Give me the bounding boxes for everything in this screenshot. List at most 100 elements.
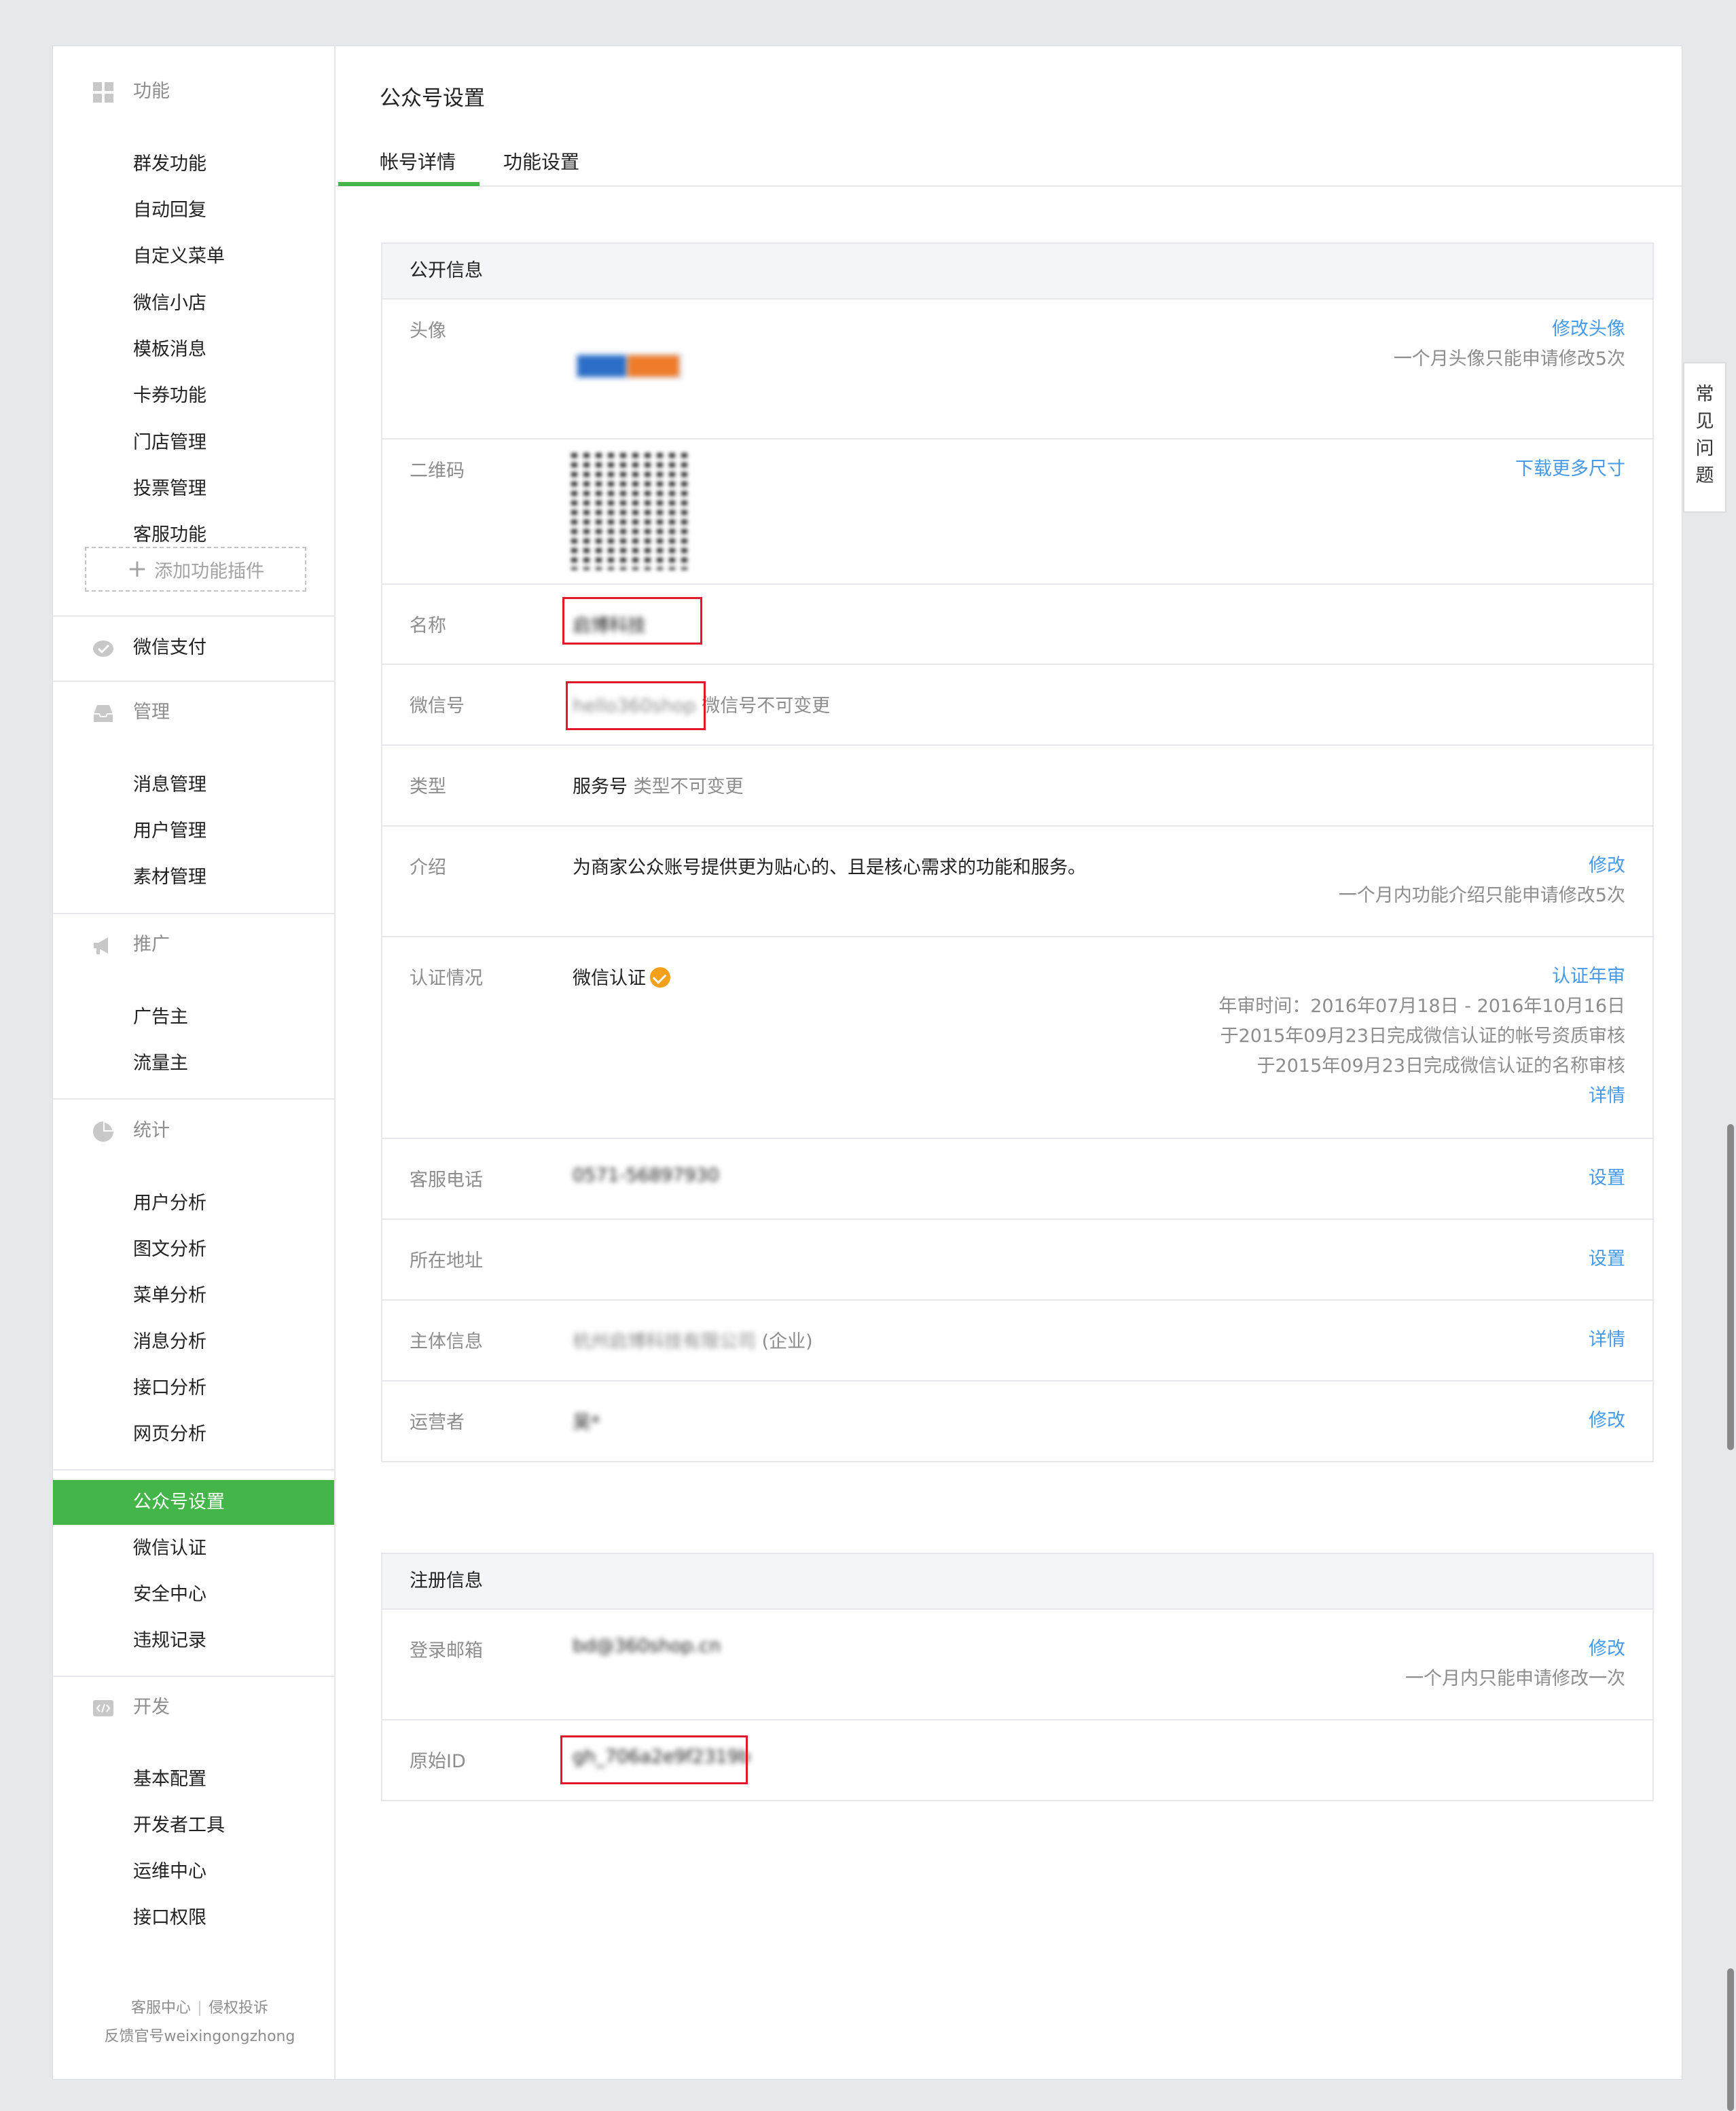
- entity-name: 杭州启博科技有限公司: [573, 1331, 756, 1352]
- sidebar-item-web-analysis[interactable]: 网页分析: [53, 1412, 334, 1457]
- group-label: 管理: [133, 702, 170, 723]
- sidebar-item-message-analysis[interactable]: 消息分析: [53, 1320, 334, 1365]
- row-qrcode: 二维码 下载更多尺寸: [382, 439, 1652, 585]
- row-phone: 客服电话 0571-56897930 设置: [382, 1139, 1652, 1220]
- sidebar-item-materials[interactable]: 素材管理: [53, 855, 334, 900]
- wechat-id-hint: 微信号不可变更: [702, 696, 831, 717]
- edit-operator-link[interactable]: 修改: [1589, 1406, 1625, 1436]
- register-info-card: 注册信息 登录邮箱 bd@360shop.cn 修改 一个月内只能申请修改一次 …: [381, 1553, 1654, 1801]
- field-label: 所在地址: [410, 1250, 483, 1271]
- group-label: 统计: [133, 1120, 170, 1141]
- intro-note: 一个月内功能介绍只能申请修改5次: [1338, 885, 1625, 906]
- sidebar-item-ops-center[interactable]: 运维中心: [53, 1850, 334, 1894]
- complaint-link[interactable]: 侵权投诉: [209, 2000, 268, 2017]
- scrollbar-thumb-lower[interactable]: [1727, 1968, 1734, 2111]
- sidebar-item-advertiser[interactable]: 广告主: [53, 995, 334, 1040]
- sidebar-item-coupons[interactable]: 卡券功能: [53, 374, 334, 418]
- group-label: 推广: [133, 934, 170, 955]
- divider: [53, 1098, 334, 1100]
- email-ops: 修改 一个月内只能申请修改一次: [1405, 1634, 1625, 1694]
- highlight-box: [566, 681, 706, 730]
- code-icon: [93, 1700, 113, 1716]
- divider: [53, 913, 334, 914]
- annual-review-link[interactable]: 认证年审: [1218, 962, 1625, 992]
- sidebar-item-auto-reply[interactable]: 自动回复: [53, 188, 334, 233]
- field-label: 原始ID: [410, 1751, 466, 1772]
- feedback-account: 反馈官号weixingongzhong: [104, 2028, 295, 2045]
- sidebar-item-api-permissions[interactable]: 接口权限: [53, 1896, 334, 1941]
- row-intro: 介绍 为商家公众账号提供更为贴心的、且是核心需求的功能和服务。 修改 一个月内功…: [382, 827, 1652, 937]
- field-label: 名称: [410, 615, 446, 636]
- verification-details-link[interactable]: 详情: [1218, 1081, 1625, 1111]
- address-ops: 设置: [1589, 1244, 1625, 1274]
- qrcode-ops: 下载更多尺寸: [1515, 454, 1625, 484]
- set-phone-link[interactable]: 设置: [1589, 1163, 1625, 1193]
- edit-email-link[interactable]: 修改: [1405, 1634, 1625, 1664]
- sidebar-item-users[interactable]: 用户管理: [53, 809, 334, 854]
- row-address: 所在地址 设置: [382, 1220, 1652, 1301]
- public-info-card: 公开信息 头像 修改头像 一个月头像只能申请修改5次 二维码 下载更多尺寸 名称…: [381, 242, 1654, 1462]
- sidebar: 功能 群发功能 自动回复 自定义菜单 微信小店 模板消息 卡券功能 门店管理 投…: [53, 46, 336, 2079]
- group-dev: 开发: [53, 1687, 334, 1728]
- change-avatar-link[interactable]: 修改头像: [1394, 314, 1625, 344]
- type-value: 服务号 类型不可变更: [573, 772, 744, 798]
- sidebar-item-mass-send[interactable]: 群发功能: [53, 142, 334, 187]
- add-plugin-button[interactable]: + 添加功能插件: [85, 547, 306, 592]
- entity-details-link[interactable]: 详情: [1589, 1325, 1625, 1355]
- entity-ops: 详情: [1589, 1325, 1625, 1355]
- sidebar-item-dev-tools[interactable]: 开发者工具: [53, 1803, 334, 1848]
- group-gongneng: 功能: [53, 71, 334, 112]
- sidebar-item-api-analysis[interactable]: 接口分析: [53, 1366, 334, 1411]
- service-center-link[interactable]: 客服中心: [131, 2000, 191, 2017]
- phone-ops: 设置: [1589, 1163, 1625, 1193]
- faq-tab[interactable]: 常见问题: [1683, 362, 1726, 513]
- sidebar-item-votes[interactable]: 投票管理: [53, 467, 334, 511]
- set-address-link[interactable]: 设置: [1589, 1244, 1625, 1274]
- group-label: 开发: [133, 1697, 170, 1718]
- sidebar-item-template-msg[interactable]: 模板消息: [53, 327, 334, 372]
- edit-intro-link[interactable]: 修改: [1339, 851, 1625, 881]
- sidebar-item-basic-config[interactable]: 基本配置: [53, 1757, 334, 1802]
- operator-name: 吴*: [573, 1412, 600, 1433]
- field-label: 头像: [410, 321, 446, 342]
- sidebar-item-menu-analysis[interactable]: 菜单分析: [53, 1274, 334, 1318]
- sidebar-footer-links: 客服中心 侵权投诉: [77, 1996, 322, 2017]
- sidebar-item-shops[interactable]: 门店管理: [53, 420, 334, 465]
- page-title: 公众号设置: [380, 86, 485, 111]
- group-manage: 管理: [53, 692, 334, 733]
- sidebar-item-violations[interactable]: 违规记录: [53, 1619, 334, 1663]
- field-label: 客服电话: [410, 1170, 483, 1191]
- sidebar-item-account-settings[interactable]: 公众号设置: [53, 1480, 334, 1525]
- qrcode-image: [571, 453, 688, 570]
- service-phone: 0571-56897930: [573, 1165, 719, 1186]
- sidebar-item-user-analysis[interactable]: 用户分析: [53, 1181, 334, 1226]
- row-email: 登录邮箱 bd@360shop.cn 修改 一个月内只能申请修改一次: [382, 1610, 1652, 1720]
- sidebar-item-store[interactable]: 微信小店: [53, 281, 334, 326]
- sidebar-item-article-analysis[interactable]: 图文分析: [53, 1227, 334, 1272]
- tabs-divider: [336, 185, 1682, 187]
- tab-account-details[interactable]: 帐号详情: [380, 141, 456, 183]
- sidebar-item-custom-menu[interactable]: 自定义菜单: [53, 234, 334, 279]
- verification-text: 微信认证: [573, 968, 646, 989]
- sidebar-item-traffic[interactable]: 流量主: [53, 1041, 334, 1086]
- sidebar-item-wechat-verify[interactable]: 微信认证: [53, 1526, 334, 1571]
- highlight-box: [560, 1735, 748, 1784]
- sidebar-item-messages[interactable]: 消息管理: [53, 763, 334, 808]
- verification-ops: 认证年审 年审时间：2016年07月18日 - 2016年10月16日 于201…: [1218, 962, 1625, 1111]
- sidebar-item-security[interactable]: 安全中心: [53, 1572, 334, 1617]
- pie-chart-icon: [93, 1121, 113, 1142]
- login-email: bd@360shop.cn: [573, 1636, 721, 1657]
- tab-function-settings[interactable]: 功能设置: [503, 141, 579, 183]
- divider: [53, 681, 334, 682]
- download-sizes-link[interactable]: 下载更多尺寸: [1515, 454, 1625, 484]
- scrollbar-thumb[interactable]: [1727, 1124, 1734, 1450]
- intro-ops: 修改 一个月内功能介绍只能申请修改5次: [1339, 851, 1625, 911]
- avatar-image: [575, 353, 683, 380]
- field-label: 登录邮箱: [410, 1640, 483, 1661]
- inbox-icon: [94, 705, 113, 722]
- group-pay[interactable]: 微信支付: [53, 628, 334, 668]
- row-wechat-id: 微信号 hello360shop 微信号不可变更: [382, 665, 1652, 746]
- name-review: 于2015年09月23日完成微信认证的名称审核: [1256, 1056, 1625, 1077]
- qualification-review: 于2015年09月23日完成微信认证的帐号资质审核: [1220, 1026, 1625, 1047]
- group-label: 功能: [133, 81, 170, 102]
